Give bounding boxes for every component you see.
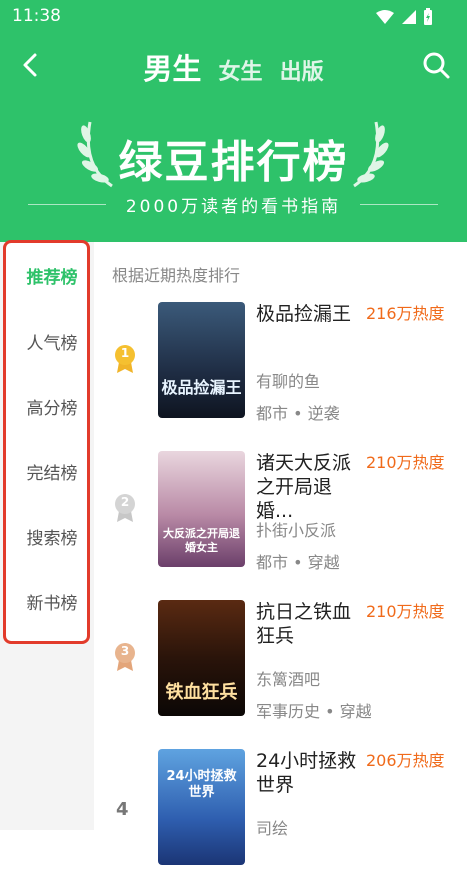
list-item[interactable]: 4 24小时拯救世界 24小时拯救世界 206万热度 司绘 bbox=[94, 749, 467, 889]
header: 11:38 男生 女生 出版 绿豆排行榜 2000万读者的看书指南 bbox=[0, 0, 467, 242]
book-heat: 210万热度 bbox=[366, 453, 445, 472]
book-author: 扑街小反派 bbox=[256, 521, 337, 540]
book-cover[interactable]: 大反派之开局退婚女主 bbox=[158, 451, 245, 567]
sidebar-item-completed[interactable]: 完结榜 bbox=[6, 459, 98, 484]
book-cover[interactable]: 铁血狂兵 bbox=[158, 600, 245, 716]
ranking-list: 根据近期热度排行 1 极品捡漏王 极品捡漏王 216万热度 有聊的鱼 都市 • … bbox=[94, 242, 467, 865]
battery-icon bbox=[424, 8, 432, 25]
tab-publish[interactable]: 出版 bbox=[280, 54, 324, 86]
gender-tabs: 男生 女生 出版 bbox=[0, 46, 467, 88]
wifi-icon bbox=[376, 10, 394, 24]
book-tags: 都市 • 逆袭 bbox=[256, 404, 340, 423]
banner: 绿豆排行榜 2000万读者的看书指南 bbox=[0, 112, 467, 222]
book-heat: 210万热度 bbox=[366, 602, 445, 621]
rank-number: 3 bbox=[120, 644, 130, 658]
book-title: 极品捡漏王 bbox=[256, 303, 352, 325]
banner-title: 绿豆排行榜 bbox=[118, 137, 349, 188]
divider-right bbox=[360, 204, 438, 205]
sidebar-highlight-frame: 推荐榜 人气榜 高分榜 完结榜 搜索榜 新书榜 bbox=[3, 240, 90, 644]
list-item[interactable]: 3 铁血狂兵 抗日之铁血狂兵 210万热度 东篱酒吧 军事历史 • 穿越 bbox=[94, 600, 467, 740]
cover-title: 大反派之开局退婚女主 bbox=[163, 527, 240, 554]
sidebar-item-high-score[interactable]: 高分榜 bbox=[6, 394, 98, 419]
rank-number: 1 bbox=[120, 346, 130, 360]
book-title: 24小时拯救世界 bbox=[256, 750, 357, 796]
status-bar: 11:38 bbox=[0, 0, 467, 32]
status-time: 11:38 bbox=[12, 6, 61, 26]
sidebar-item-recommend[interactable]: 推荐榜 bbox=[6, 263, 98, 288]
book-title: 诸天大反派之开局退婚... bbox=[256, 452, 352, 522]
book-cover[interactable]: 极品捡漏王 bbox=[158, 302, 245, 418]
rank-number: 2 bbox=[120, 495, 130, 509]
list-item[interactable]: 1 极品捡漏王 极品捡漏王 216万热度 有聊的鱼 都市 • 逆袭 bbox=[94, 302, 467, 442]
book-cover[interactable]: 24小时拯救世界 bbox=[158, 749, 245, 865]
search-icon[interactable] bbox=[421, 50, 451, 80]
cover-title: 极品捡漏王 bbox=[161, 378, 242, 397]
rank-number: 4 bbox=[116, 799, 129, 820]
sidebar-item-popular[interactable]: 人气榜 bbox=[6, 329, 98, 354]
sidebar-item-new[interactable]: 新书榜 bbox=[6, 589, 98, 614]
book-heat: 206万热度 bbox=[366, 751, 445, 770]
book-author: 司绘 bbox=[256, 819, 289, 838]
tab-female[interactable]: 女生 bbox=[218, 54, 262, 86]
tab-male[interactable]: 男生 bbox=[143, 46, 201, 88]
cover-title: 铁血狂兵 bbox=[165, 682, 238, 703]
status-icons bbox=[375, 8, 433, 26]
list-hint: 根据近期热度排行 bbox=[112, 266, 241, 285]
sidebar-item-search[interactable]: 搜索榜 bbox=[6, 524, 98, 549]
nav-bar: 男生 女生 出版 bbox=[0, 36, 467, 96]
cover-title: 24小时拯救世界 bbox=[166, 769, 237, 800]
list-item[interactable]: 2 大反派之开局退婚女主 诸天大反派之开局退婚... 210万热度 扑街小反派 … bbox=[94, 451, 467, 591]
book-tags: 都市 • 穿越 bbox=[256, 553, 340, 572]
book-tags: 军事历史 • 穿越 bbox=[256, 702, 372, 721]
book-author: 有聊的鱼 bbox=[256, 372, 321, 391]
book-title: 抗日之铁血狂兵 bbox=[256, 601, 352, 647]
book-author: 东篱酒吧 bbox=[256, 670, 321, 689]
book-heat: 216万热度 bbox=[366, 304, 445, 323]
signal-icon bbox=[402, 10, 416, 24]
